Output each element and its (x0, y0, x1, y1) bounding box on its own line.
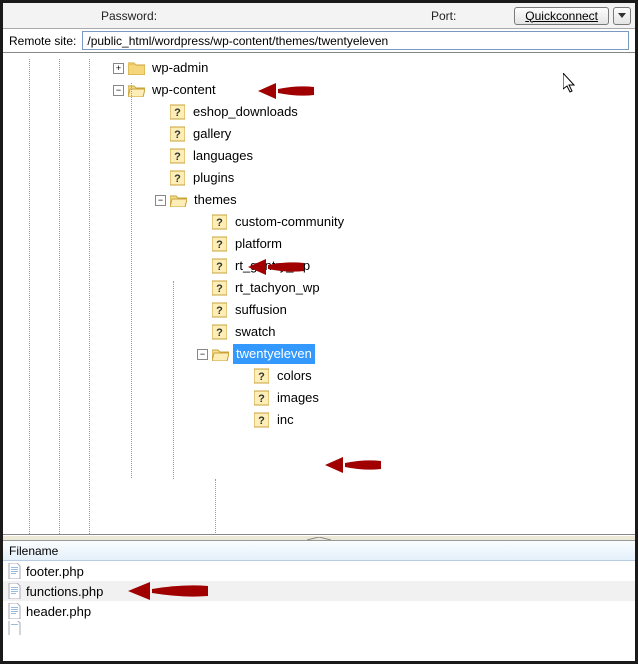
tree-item-images[interactable]: ? images (3, 387, 633, 409)
file-name: functions.php (26, 584, 103, 599)
tree-item-inc[interactable]: ? inc (3, 409, 633, 431)
collapse-toggle[interactable]: − (113, 85, 124, 96)
tree-label: images (274, 388, 322, 408)
tree-label: plugins (190, 168, 237, 188)
tree-item-plugins[interactable]: ? plugins (3, 167, 633, 189)
tree-label: rt_gantry_wp (232, 256, 313, 276)
tree-label: eshop_downloads (190, 102, 301, 122)
remote-site-row: Remote site: (3, 29, 635, 53)
file-row[interactable]: footer.php (3, 561, 635, 581)
tree-label: rt_tachyon_wp (232, 278, 323, 298)
svg-text:?: ? (216, 283, 223, 295)
unknown-folder-icon: ? (170, 170, 185, 186)
unknown-folder-icon: ? (212, 302, 227, 318)
tree-label-selected: twentyeleven (233, 344, 315, 364)
tree-item-gallery[interactable]: ? gallery (3, 123, 633, 145)
column-header-filename[interactable]: Filename (9, 544, 58, 558)
tree-item-themes[interactable]: − themes (3, 189, 633, 211)
unknown-folder-icon: ? (254, 390, 269, 406)
file-icon (7, 563, 22, 579)
tree-label: swatch (232, 322, 278, 342)
unknown-folder-icon: ? (212, 258, 227, 274)
directory-tree[interactable]: + wp-admin − wp-content ? eshop_download… (3, 53, 635, 435)
tree-label: suffusion (232, 300, 290, 320)
remote-site-label: Remote site: (9, 34, 76, 48)
password-label: Password: (101, 9, 157, 23)
tree-item-swatch[interactable]: ? swatch (3, 321, 633, 343)
tree-item-custom-community[interactable]: ? custom-community (3, 211, 633, 233)
file-name: footer.php (26, 564, 84, 579)
file-list-header[interactable]: Filename (3, 541, 635, 561)
file-list[interactable]: footer.php functions.php header.php (3, 561, 635, 635)
tree-label: wp-content (149, 80, 219, 100)
folder-open-icon (170, 193, 187, 207)
tree-label: wp-admin (149, 58, 211, 78)
tree-label: platform (232, 234, 285, 254)
svg-text:?: ? (174, 173, 181, 185)
expand-toggle[interactable]: + (113, 63, 124, 74)
file-icon (7, 583, 22, 599)
svg-text:?: ? (258, 415, 265, 427)
tree-item-colors[interactable]: ? colors (3, 365, 633, 387)
tree-item-rt-tachyon[interactable]: ? rt_tachyon_wp (3, 277, 633, 299)
tree-item-languages[interactable]: ? languages (3, 145, 633, 167)
tree-item-suffusion[interactable]: ? suffusion (3, 299, 633, 321)
unknown-folder-icon: ? (170, 148, 185, 164)
quickconnect-dropdown-button[interactable] (613, 7, 631, 25)
unknown-folder-icon: ? (170, 126, 185, 142)
grip-icon (305, 537, 333, 540)
file-row[interactable]: header.php (3, 601, 635, 621)
tree-label: gallery (190, 124, 234, 144)
svg-text:?: ? (216, 305, 223, 317)
tree-label: colors (274, 366, 315, 386)
tree-item-wp-admin[interactable]: + wp-admin (3, 57, 633, 79)
tree-label: custom-community (232, 212, 347, 232)
file-row-selected[interactable]: functions.php (3, 581, 635, 601)
unknown-folder-icon: ? (212, 280, 227, 296)
unknown-folder-icon: ? (254, 412, 269, 428)
unknown-folder-icon: ? (254, 368, 269, 384)
folder-open-icon (212, 347, 229, 361)
tree-item-rt-gantry[interactable]: ? rt_gantry_wp (3, 255, 633, 277)
tree-label: languages (190, 146, 256, 166)
file-name: header.php (26, 604, 91, 619)
collapse-toggle[interactable]: − (155, 195, 166, 206)
unknown-folder-icon: ? (212, 324, 227, 340)
unknown-folder-icon: ? (212, 214, 227, 230)
svg-text:?: ? (258, 371, 265, 383)
tree-item-twentyeleven[interactable]: − twentyeleven (3, 343, 633, 365)
svg-text:?: ? (174, 129, 181, 141)
tree-item-wp-content[interactable]: − wp-content (3, 79, 633, 101)
connection-toolbar: Password: Port: Quickconnect (3, 3, 635, 29)
svg-text:?: ? (216, 217, 223, 229)
chevron-down-icon (618, 13, 626, 18)
tree-label: inc (274, 410, 297, 430)
quickconnect-button[interactable]: Quickconnect (514, 7, 609, 25)
svg-text:?: ? (258, 393, 265, 405)
svg-text:?: ? (174, 151, 181, 163)
file-row[interactable] (3, 621, 635, 635)
svg-text:?: ? (174, 107, 181, 119)
tree-item-eshop-downloads[interactable]: ? eshop_downloads (3, 101, 633, 123)
file-icon (7, 621, 22, 635)
annotation-arrow-icon (325, 451, 381, 479)
unknown-folder-icon: ? (212, 236, 227, 252)
tree-item-platform[interactable]: ? platform (3, 233, 633, 255)
unknown-folder-icon: ? (170, 104, 185, 120)
file-icon (7, 603, 22, 619)
folder-icon (128, 61, 145, 75)
remote-tree-pane[interactable]: + wp-admin − wp-content ? eshop_download… (3, 53, 635, 535)
svg-text:?: ? (216, 261, 223, 273)
svg-text:?: ? (216, 239, 223, 251)
remote-site-input[interactable] (82, 31, 629, 50)
port-label: Port: (431, 9, 456, 23)
svg-text:?: ? (216, 327, 223, 339)
collapse-toggle[interactable]: − (197, 349, 208, 360)
tree-label: themes (191, 190, 240, 210)
